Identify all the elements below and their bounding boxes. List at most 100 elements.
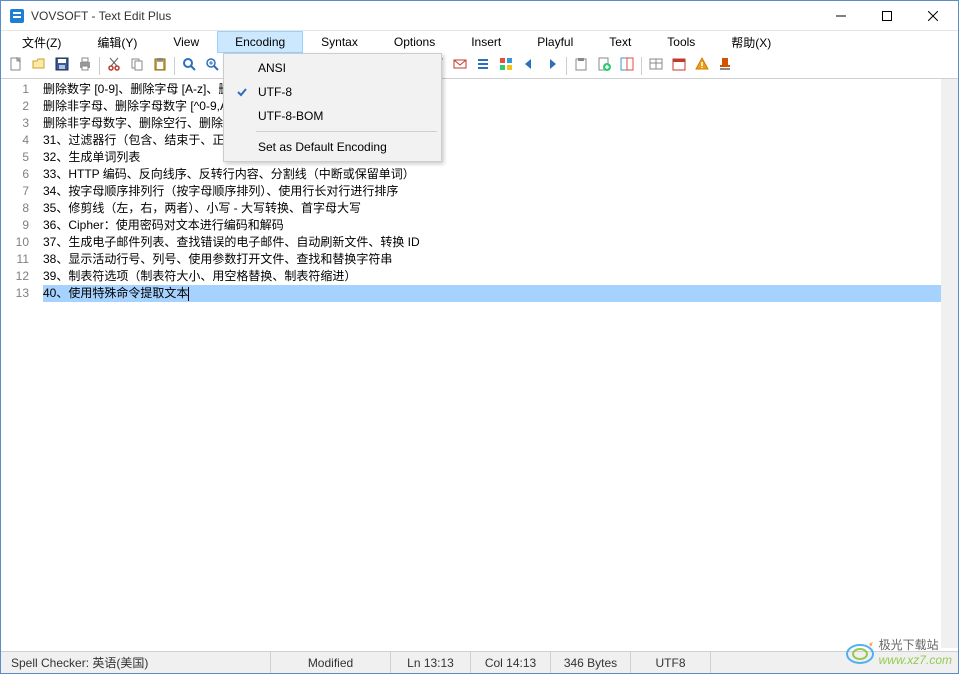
line-number: 10 xyxy=(3,234,29,251)
status-column: Col 14:13 xyxy=(471,652,551,673)
toolbar-lines-button[interactable] xyxy=(472,55,494,77)
toolbar-new-button[interactable] xyxy=(5,55,27,77)
code-line[interactable]: 40、使用特殊命令提取文本 xyxy=(43,285,958,302)
doc-compare-icon xyxy=(619,56,635,75)
line-number: 7 xyxy=(3,183,29,200)
toolbar-clipboard-button[interactable] xyxy=(570,55,592,77)
menu-view[interactable]: View xyxy=(155,31,217,53)
line-gutter: 12345678910111213 xyxy=(1,79,37,648)
code-area[interactable]: 删除数字 [0-9]、删除字母 [A-z]、删除非字母 [^A-z]删除非字母、… xyxy=(37,79,958,648)
encoding-option-utf8[interactable]: UTF-8 xyxy=(226,80,439,104)
toolbar-paste-button[interactable] xyxy=(149,55,171,77)
toolbar xyxy=(1,53,958,79)
vertical-scrollbar[interactable] xyxy=(941,79,958,648)
toolbar-zoom-in-button[interactable] xyxy=(201,55,223,77)
code-line[interactable]: 32、生成单词列表 xyxy=(43,149,958,166)
toolbar-palette-button[interactable] xyxy=(495,55,517,77)
menu-item-label: UTF-8 xyxy=(258,85,292,99)
mail-icon xyxy=(452,56,468,75)
toolbar-separator xyxy=(99,57,100,75)
left-icon xyxy=(521,56,537,75)
clipboard-icon xyxy=(573,56,589,75)
toolbar-separator xyxy=(566,57,567,75)
menu-syntax[interactable]: Syntax xyxy=(303,31,376,53)
line-number: 5 xyxy=(3,149,29,166)
menu-item-label: ANSI xyxy=(258,61,286,75)
calendar-icon xyxy=(671,56,687,75)
open-icon xyxy=(31,56,47,75)
code-line[interactable]: 35、修剪线（左，右，两者）、小写 - 大写转换、首字母大写 xyxy=(43,200,958,217)
close-button[interactable] xyxy=(910,1,956,31)
menu-z[interactable]: 文件(Z) xyxy=(4,31,79,53)
code-line[interactable]: 删除非字母数字、删除空行、删除多余空格 xyxy=(43,115,958,132)
menu-y[interactable]: 编辑(Y) xyxy=(79,31,155,53)
stamp-icon xyxy=(717,56,733,75)
line-number: 2 xyxy=(3,98,29,115)
cut-icon xyxy=(106,56,122,75)
toolbar-separator xyxy=(641,57,642,75)
toolbar-open-button[interactable] xyxy=(28,55,50,77)
toolbar-find-button[interactable] xyxy=(178,55,200,77)
toolbar-stamp-button[interactable] xyxy=(714,55,736,77)
code-line[interactable]: 38、显示活动行号、列号、使用参数打开文件、查找和替换字符串 xyxy=(43,251,958,268)
toolbar-print-button[interactable] xyxy=(74,55,96,77)
toolbar-copy-button[interactable] xyxy=(126,55,148,77)
palette-icon xyxy=(498,56,514,75)
toolbar-right-button[interactable] xyxy=(541,55,563,77)
menubar: 文件(Z)编辑(Y)ViewEncodingSyntaxOptionsInser… xyxy=(1,31,958,53)
toolbar-doc-plus-button[interactable] xyxy=(593,55,615,77)
line-number: 3 xyxy=(3,115,29,132)
status-spellchecker[interactable]: Spell Checker: 英语(美国) xyxy=(1,652,271,673)
toolbar-left-button[interactable] xyxy=(518,55,540,77)
window-controls xyxy=(818,1,956,31)
toolbar-cut-button[interactable] xyxy=(103,55,125,77)
toolbar-save-button[interactable] xyxy=(51,55,73,77)
code-line[interactable]: 36、Cipher：使用密码对文本进行编码和解码 xyxy=(43,217,958,234)
code-line[interactable]: 37、生成电子邮件列表、查找错误的电子邮件、自动刷新文件、转换 ID xyxy=(43,234,958,251)
menu-options[interactable]: Options xyxy=(376,31,453,53)
line-number: 1 xyxy=(3,81,29,98)
line-number: 4 xyxy=(3,132,29,149)
toolbar-calendar-button[interactable] xyxy=(668,55,690,77)
menu-item-label: Set as Default Encoding xyxy=(258,140,387,154)
status-modified: Modified xyxy=(271,652,391,673)
menu-x[interactable]: 帮助(X) xyxy=(713,31,789,53)
check-icon xyxy=(234,84,250,100)
editor: 12345678910111213 删除数字 [0-9]、删除字母 [A-z]、… xyxy=(1,79,958,648)
encoding-set-default[interactable]: Set as Default Encoding xyxy=(226,135,439,159)
code-line[interactable]: 删除非字母、删除字母数字 [^0-9,A-z]、删除非字母数字 [^0-9,A-… xyxy=(43,98,958,115)
print-icon xyxy=(77,56,93,75)
minimize-button[interactable] xyxy=(818,1,864,31)
toolbar-doc-compare-button[interactable] xyxy=(616,55,638,77)
line-number: 9 xyxy=(3,217,29,234)
line-number: 13 xyxy=(3,285,29,302)
menu-encoding[interactable]: Encoding xyxy=(217,31,303,53)
line-number: 6 xyxy=(3,166,29,183)
code-line[interactable]: 31、过滤器行（包含、结束于、正则表达式、开始于） xyxy=(43,132,958,149)
code-line[interactable]: 39、制表符选项（制表符大小、用空格替换、制表符缩进） xyxy=(43,268,958,285)
menu-tools[interactable]: Tools xyxy=(649,31,713,53)
code-line[interactable]: 34、按字母顺序排列行（按字母顺序排列）、使用行长对行进行排序 xyxy=(43,183,958,200)
doc-plus-icon xyxy=(596,56,612,75)
maximize-button[interactable] xyxy=(864,1,910,31)
encoding-option-utf8bom[interactable]: UTF-8-BOM xyxy=(226,104,439,128)
new-icon xyxy=(8,56,24,75)
toolbar-table-button[interactable] xyxy=(645,55,667,77)
code-line[interactable]: 33、HTTP 编码、反向线序、反转行内容、分割线（中断或保留单词） xyxy=(43,166,958,183)
app-icon xyxy=(9,8,25,24)
toolbar-warning-button[interactable] xyxy=(691,55,713,77)
text-cursor xyxy=(188,287,189,301)
menu-playful[interactable]: Playful xyxy=(519,31,591,53)
titlebar: VOVSOFT - Text Edit Plus xyxy=(1,1,958,31)
menu-insert[interactable]: Insert xyxy=(453,31,519,53)
line-number: 12 xyxy=(3,268,29,285)
zoom-in-icon xyxy=(204,56,220,75)
toolbar-mail-button[interactable] xyxy=(449,55,471,77)
line-number: 11 xyxy=(3,251,29,268)
menu-separator xyxy=(256,131,437,132)
code-line[interactable]: 删除数字 [0-9]、删除字母 [A-z]、删除非字母 [^A-z] xyxy=(43,81,958,98)
copy-icon xyxy=(129,56,145,75)
lines-icon xyxy=(475,56,491,75)
encoding-option-ansi[interactable]: ANSI xyxy=(226,56,439,80)
menu-text[interactable]: Text xyxy=(591,31,649,53)
